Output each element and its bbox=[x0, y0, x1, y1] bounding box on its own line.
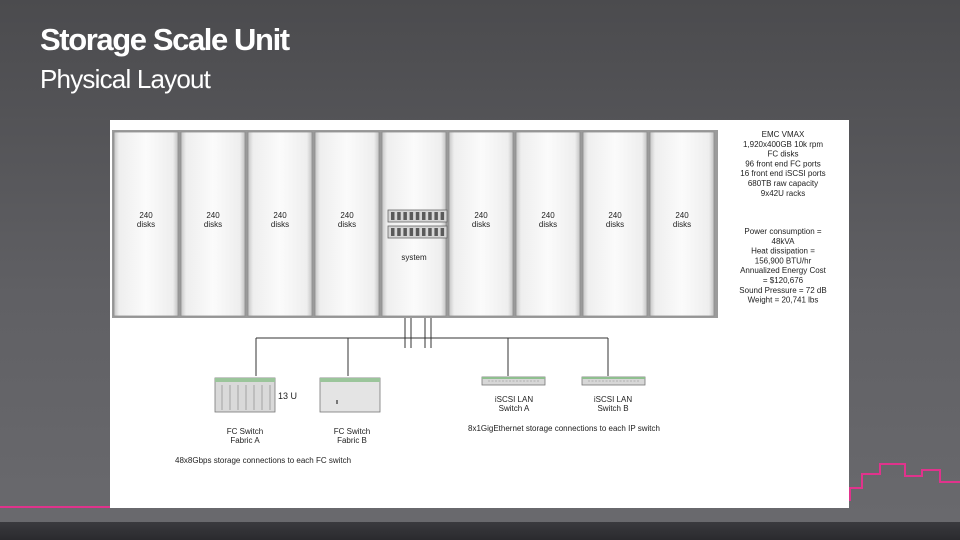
iscsi-switch-a-label: iSCSI LAN bbox=[495, 395, 533, 404]
disk-rack: 240disks bbox=[448, 131, 514, 317]
specs-block: EMC VMAX1,920x400GB 10k rpmFC disks96 fr… bbox=[740, 130, 825, 198]
power-line: Annualized Energy Cost bbox=[740, 266, 827, 275]
vent-slot bbox=[409, 212, 414, 220]
specs-line: 96 front end FC ports bbox=[745, 159, 821, 168]
power-line: 48kVA bbox=[772, 237, 796, 246]
diagram-panel: 240 disks 240 disks 240 disks 240 disks system 24… bbox=[110, 120, 849, 508]
fc-switch-fabric-a bbox=[214, 377, 276, 413]
system-rack: system bbox=[381, 131, 447, 317]
vent-slot bbox=[415, 228, 420, 236]
rack-disk-count: 240 bbox=[139, 211, 153, 220]
vent-slot bbox=[440, 228, 445, 236]
vent-slot bbox=[403, 212, 407, 220]
bottom-bar bbox=[0, 522, 960, 540]
fc-switch-a-fabric: Fabric A bbox=[230, 436, 260, 445]
rack-disk-label: disks bbox=[606, 220, 624, 229]
vent-slot bbox=[428, 212, 432, 220]
slide-title: Storage Scale Unit bbox=[40, 22, 290, 57]
fc-switch-b-label: FC Switch bbox=[334, 427, 370, 436]
vent-slot bbox=[391, 212, 395, 220]
specs-line: 1,920x400GB 10k rpm bbox=[743, 140, 823, 149]
power-line: Sound Pressure = 72 dB bbox=[739, 286, 826, 295]
specs-line: EMC VMAX bbox=[762, 130, 805, 139]
iscsi-switch-b-label: iSCSI LAN bbox=[594, 395, 632, 404]
rack-disk-label: disks bbox=[204, 220, 222, 229]
rack-disk-count: 240 bbox=[541, 211, 555, 220]
vent-slot bbox=[428, 228, 432, 236]
vent-slot bbox=[397, 228, 401, 236]
rack-disk-label: disks bbox=[271, 220, 289, 229]
vent-slot bbox=[434, 212, 438, 220]
rack-disk-count: 240 bbox=[608, 211, 622, 220]
vent-slot bbox=[422, 228, 426, 236]
rack-disk-count: 240 bbox=[474, 211, 488, 220]
rack-disk-count: 240 bbox=[206, 211, 220, 220]
fc-switch-a-label: FC Switch bbox=[227, 427, 263, 436]
disk-rack: 240disks bbox=[247, 131, 313, 317]
disk-rack: 240disks bbox=[113, 131, 179, 317]
specs-line: 16 front end iSCSI ports bbox=[740, 169, 825, 178]
rack-disk-label: disks bbox=[539, 220, 557, 229]
specs-line: 680TB raw capacity bbox=[748, 179, 818, 188]
rack-disk-count: 240 bbox=[273, 211, 287, 220]
vent-slot bbox=[422, 212, 426, 220]
vent-slot bbox=[391, 228, 395, 236]
ip-connections-note: 8x1GigEthernet storage connections to ea… bbox=[468, 424, 660, 433]
vent-slot bbox=[434, 228, 438, 236]
connection-lines bbox=[255, 318, 609, 376]
fc-switch-b-fabric: Fabric B bbox=[337, 436, 367, 445]
rack-row: 240disks240disks240disks240diskssystem24… bbox=[113, 131, 715, 317]
storage-diagram: 240disks240disks240disks240diskssystem24… bbox=[112, 130, 827, 465]
disk-rack: 240disks bbox=[180, 131, 246, 317]
slide-subtitle: Physical Layout bbox=[40, 64, 211, 94]
disk-rack: 240disks bbox=[314, 131, 380, 317]
rack-disk-count: 240 bbox=[340, 211, 354, 220]
specs-line: FC disks bbox=[767, 150, 798, 159]
system-rack-label: system bbox=[401, 253, 427, 262]
rack-disk-label: disks bbox=[673, 220, 691, 229]
specs-line: 9x42U racks bbox=[761, 189, 805, 198]
power-line: Heat dissipation = bbox=[751, 247, 815, 256]
vent-slot bbox=[397, 212, 401, 220]
fc-connections-note: 48x8Gbps storage connections to each FC … bbox=[175, 456, 351, 465]
rack-disk-label: disks bbox=[472, 220, 490, 229]
power-line: Power consumption = bbox=[744, 227, 821, 236]
rack-disk-label: disks bbox=[338, 220, 356, 229]
disk-rack: 240disks bbox=[515, 131, 581, 317]
fc-switch-fabric-b bbox=[319, 377, 381, 413]
height-label: 13 U bbox=[278, 391, 297, 401]
iscsi-switch-a-name: Switch A bbox=[499, 404, 530, 413]
power-block: Power consumption =48kVAHeat dissipation… bbox=[739, 227, 826, 305]
vent-slot bbox=[409, 228, 414, 236]
disk-rack: 240disks bbox=[582, 131, 648, 317]
vent-slot bbox=[403, 228, 407, 236]
power-line: Weight = 20,741 lbs bbox=[748, 296, 819, 305]
disk-rack: 240disks bbox=[649, 131, 715, 317]
iscsi-switch-a bbox=[481, 376, 546, 386]
power-line: 156,900 BTU/hr bbox=[755, 256, 812, 265]
iscsi-switch-b-name: Switch B bbox=[597, 404, 628, 413]
rack-disk-count: 240 bbox=[675, 211, 689, 220]
power-line: = $120,676 bbox=[763, 276, 804, 285]
iscsi-switch-b bbox=[581, 376, 646, 386]
vent-slot bbox=[415, 212, 420, 220]
vent-slot bbox=[440, 212, 445, 220]
rack-disk-label: disks bbox=[137, 220, 155, 229]
